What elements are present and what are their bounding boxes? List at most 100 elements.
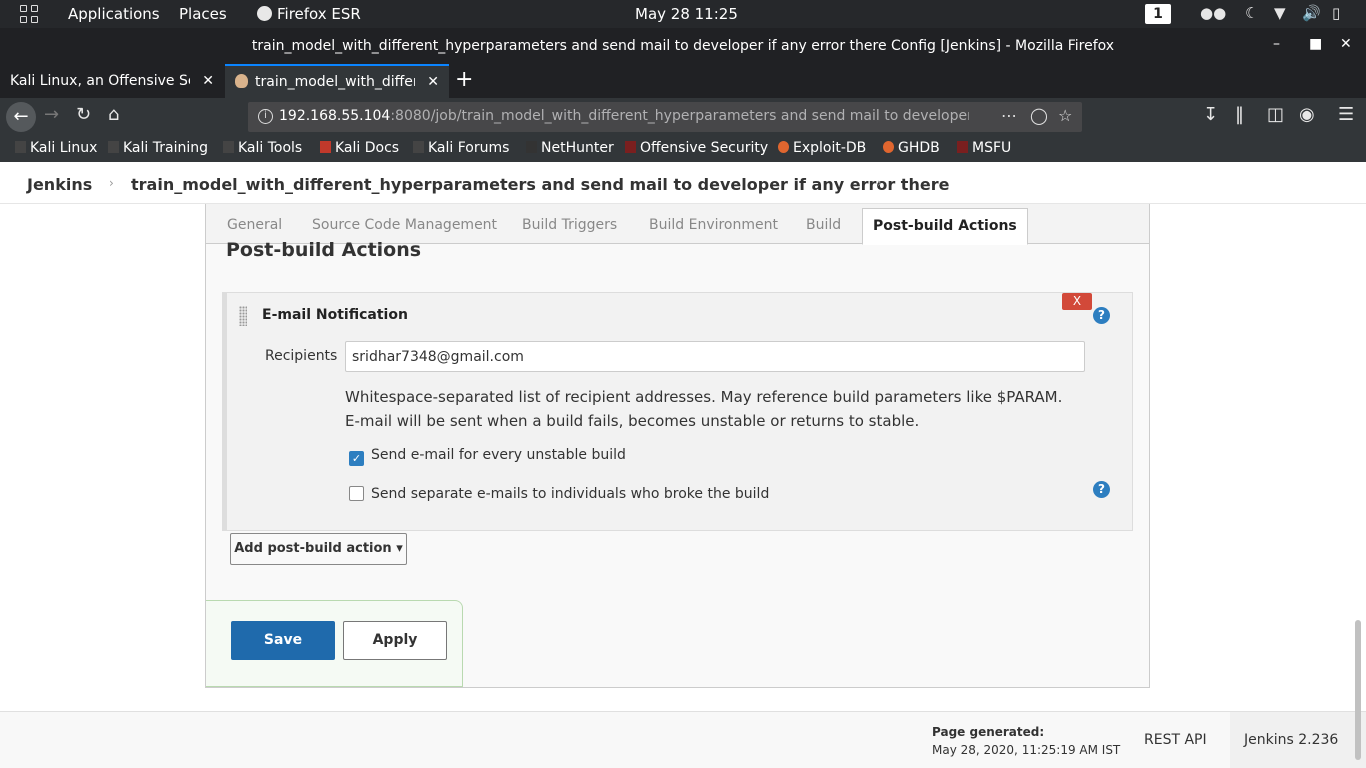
- maximize-icon[interactable]: ■: [1309, 36, 1322, 52]
- site-info-icon[interactable]: i: [258, 109, 273, 124]
- browser-tab-jenkins[interactable]: train_model_with_differ ✕: [225, 64, 449, 98]
- bookmark-label: Kali Forums: [428, 140, 510, 156]
- bookmark-offensive-security[interactable]: Offensive Security: [625, 140, 768, 156]
- page-scrollbar[interactable]: [1355, 620, 1361, 760]
- bookmark-kali-tools[interactable]: Kali Tools: [223, 140, 302, 156]
- hamburger-menu-icon[interactable]: ☰: [1338, 104, 1354, 125]
- breadcrumb-separator-icon: ›: [109, 176, 114, 190]
- exploit-db-icon: [778, 141, 789, 153]
- window-title: train_model_with_different_hyperparamete…: [251, 38, 1115, 54]
- browser-tab-kali[interactable]: Kali Linux, an Offensive Secu ✕: [0, 64, 224, 98]
- tab-post-build-actions[interactable]: Post-build Actions: [862, 208, 1028, 245]
- applications-menu[interactable]: Applications: [68, 5, 160, 23]
- bookmark-kali-forums[interactable]: Kali Forums: [413, 140, 509, 156]
- workspace-indicator[interactable]: 1: [1145, 4, 1171, 24]
- bookmark-ghdb[interactable]: GHDB: [883, 140, 940, 156]
- tab-close-icon[interactable]: ✕: [202, 64, 214, 98]
- email-notification-block: E-mail Notification X ? Recipients White…: [222, 292, 1133, 531]
- breadcrumb-separator-icon[interactable]: ›: [877, 176, 882, 190]
- bookmark-kali-training[interactable]: Kali Training: [108, 140, 208, 156]
- places-menu[interactable]: Places: [179, 5, 227, 23]
- bookmark-kali-linux[interactable]: Kali Linux: [15, 140, 97, 156]
- breadcrumb: Jenkins › train_model_with_different_hyp…: [0, 162, 1366, 204]
- bookmark-label: Kali Tools: [238, 140, 303, 156]
- new-tab-icon[interactable]: +: [455, 67, 473, 92]
- tab-strip: Kali Linux, an Offensive Secu ✕ train_mo…: [0, 64, 1366, 98]
- drag-handle-icon[interactable]: [239, 306, 247, 326]
- bookmark-label: MSFU: [972, 140, 1012, 156]
- save-button[interactable]: Save: [231, 621, 335, 660]
- url-text[interactable]: 192.168.55.104:8080/job/train_model_with…: [279, 108, 969, 124]
- account-icon[interactable]: ◉: [1299, 104, 1315, 125]
- tab-close-icon[interactable]: ✕: [427, 66, 439, 98]
- tab-build-triggers[interactable]: Build Triggers: [522, 217, 617, 233]
- breadcrumb-jenkins[interactable]: Jenkins: [27, 175, 92, 194]
- separate-emails-checkbox[interactable]: [349, 486, 364, 501]
- clock[interactable]: May 28 11:25: [635, 5, 738, 23]
- bookmark-msfu[interactable]: MSFU: [957, 140, 1011, 156]
- forward-icon[interactable]: →: [44, 104, 59, 125]
- bookmark-kali-docs[interactable]: Kali Docs: [320, 140, 399, 156]
- reload-icon[interactable]: ↻: [76, 104, 91, 125]
- wifi-icon[interactable]: ▼: [1274, 4, 1286, 22]
- bookmark-label: Offensive Security: [640, 140, 769, 156]
- navigation-toolbar: ← → ↻ ⌂ i 192.168.55.104:8080/job/train_…: [0, 98, 1366, 136]
- firefox-app-menu[interactable]: Firefox ESR: [257, 5, 361, 23]
- back-icon[interactable]: ←: [6, 102, 36, 132]
- bookmark-star-icon[interactable]: ☆: [1058, 106, 1072, 125]
- page-actions-icon[interactable]: ⋯: [1001, 106, 1017, 125]
- add-action-label: Add post-build action: [234, 541, 392, 556]
- email-notification-title: E-mail Notification: [262, 307, 408, 323]
- option-unstable-build[interactable]: ✓ Send e-mail for every unstable build: [349, 447, 626, 466]
- volume-icon[interactable]: 🔊: [1302, 4, 1321, 22]
- tab-label: train_model_with_differ: [255, 74, 415, 90]
- breadcrumb-job[interactable]: train_model_with_different_hyperparamete…: [131, 175, 949, 194]
- config-tab-bar: General Source Code Management Build Tri…: [206, 204, 1149, 245]
- pocket-icon[interactable]: ◯: [1030, 106, 1048, 125]
- help-icon[interactable]: ?: [1093, 307, 1110, 324]
- sidebar-icon[interactable]: ◫: [1267, 104, 1284, 125]
- rest-api-link[interactable]: REST API: [1144, 732, 1207, 748]
- bookmark-nethunter[interactable]: NetHunter: [526, 140, 614, 156]
- apply-button[interactable]: Apply: [343, 621, 447, 660]
- help-icon[interactable]: ?: [1093, 481, 1110, 498]
- jenkins-favicon-icon: [235, 74, 248, 88]
- bookmark-label: Kali Docs: [335, 140, 400, 156]
- tab-build[interactable]: Build: [806, 217, 841, 233]
- firefox-app-label: Firefox ESR: [277, 5, 361, 23]
- option-separate-emails[interactable]: Send separate e-mails to individuals who…: [349, 486, 769, 502]
- recipients-description: Whitespace-separated list of recipient a…: [345, 385, 1105, 433]
- address-bar[interactable]: i 192.168.55.104:8080/job/train_model_wi…: [248, 102, 1082, 132]
- bookmark-exploit-db[interactable]: Exploit-DB: [778, 140, 866, 156]
- delete-action-button[interactable]: X: [1062, 293, 1092, 310]
- bookmarks-toolbar: Kali Linux Kali Training Kali Tools Kali…: [0, 136, 1366, 162]
- close-icon[interactable]: ✕: [1340, 36, 1352, 52]
- people-icon[interactable]: ●●: [1200, 4, 1226, 22]
- config-form: General Source Code Management Build Tri…: [205, 204, 1150, 688]
- recipients-input[interactable]: [345, 341, 1085, 372]
- msfu-icon: [957, 141, 968, 153]
- app-grid-icon[interactable]: [20, 5, 38, 23]
- page-generated: Page generated: May 28, 2020, 11:25:19 A…: [932, 723, 1120, 759]
- home-icon[interactable]: ⌂: [108, 104, 119, 125]
- battery-icon[interactable]: ▯: [1332, 4, 1340, 22]
- section-title: Post-build Actions: [226, 239, 422, 261]
- night-light-icon[interactable]: ☾: [1245, 4, 1258, 22]
- kali-dragon-icon: [413, 141, 424, 153]
- page-content: Jenkins › train_model_with_different_hyp…: [0, 162, 1366, 768]
- jenkins-version-link[interactable]: Jenkins 2.236: [1230, 712, 1366, 768]
- library-icon[interactable]: ‖: [1235, 104, 1244, 125]
- tab-source-code-management[interactable]: Source Code Management: [312, 217, 497, 233]
- unstable-build-label: Send e-mail for every unstable build: [371, 447, 626, 463]
- downloads-icon[interactable]: ↧: [1203, 104, 1218, 125]
- minimize-icon[interactable]: –: [1273, 36, 1280, 52]
- tab-general[interactable]: General: [227, 217, 282, 233]
- unstable-build-checkbox[interactable]: ✓: [349, 451, 364, 466]
- nethunter-icon: [526, 141, 537, 153]
- page-generated-time: May 28, 2020, 11:25:19 AM IST: [932, 743, 1121, 757]
- bookmark-label: Exploit-DB: [793, 140, 867, 156]
- bookmark-label: GHDB: [898, 140, 940, 156]
- add-post-build-action-button[interactable]: Add post-build action ▾: [230, 533, 407, 565]
- tab-build-environment[interactable]: Build Environment: [649, 217, 778, 233]
- docs-icon: [320, 141, 331, 153]
